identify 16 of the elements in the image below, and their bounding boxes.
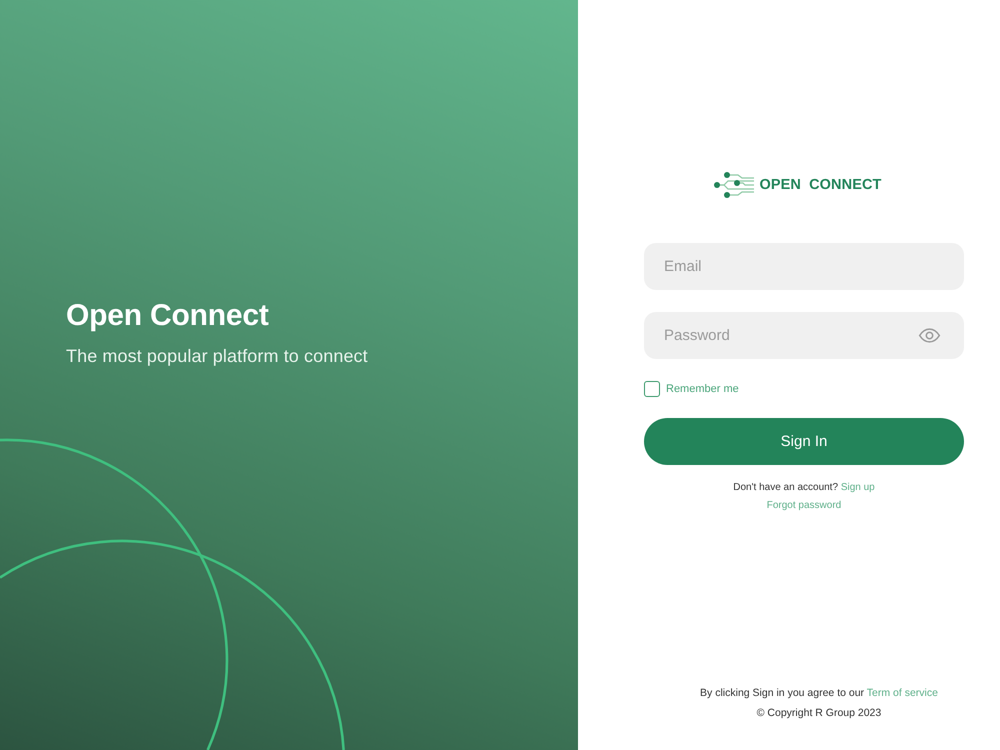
circuit-icon: [714, 171, 754, 199]
sign-up-link[interactable]: Sign up: [840, 482, 875, 493]
sign-in-button[interactable]: Sign In: [644, 418, 964, 465]
copyright-text: © Copyright R Group 2023: [756, 707, 882, 719]
signup-prompt: Don't have an account? Sign up: [733, 482, 875, 493]
show-password-icon[interactable]: [918, 328, 941, 343]
remember-checkbox[interactable]: [644, 381, 660, 397]
hero-title: Open Connect: [66, 299, 269, 333]
password-field[interactable]: Password: [644, 312, 964, 359]
remember-label[interactable]: Remember me: [666, 383, 739, 395]
forgot-password-link[interactable]: Forgot password: [766, 500, 842, 511]
email-field[interactable]: Email: [644, 243, 964, 290]
logo-wordmark: OPEN CONNECT: [759, 177, 882, 193]
hero-subtitle: The most popular platform to connect: [66, 346, 368, 367]
terms-link[interactable]: Term of service: [866, 687, 938, 699]
terms-notice: By clicking Sign in you agree to our Term of service: [700, 687, 938, 699]
